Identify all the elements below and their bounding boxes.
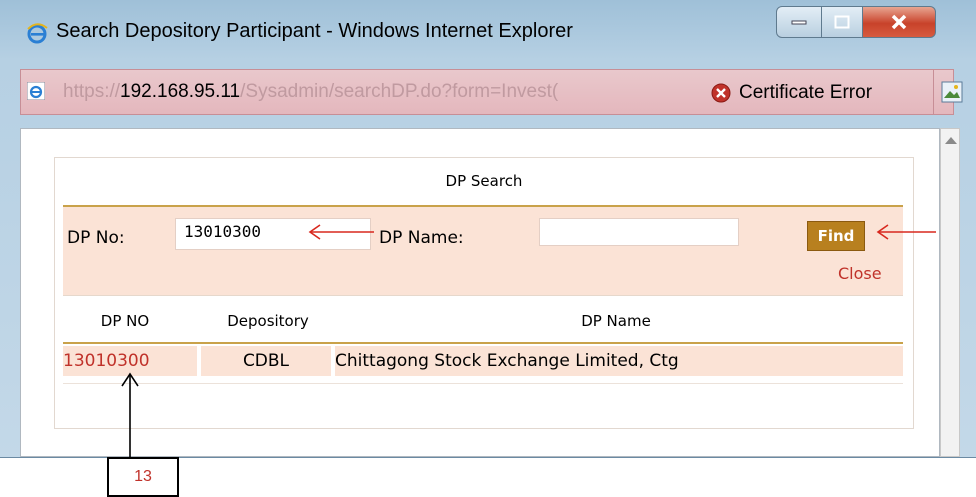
table-bottom-divider [63,383,903,384]
column-header-depository[interactable]: Depository [205,312,331,330]
certificate-error-label: Certificate Error [739,82,873,103]
address-bar[interactable]: https://192.168.95.11/Sysadmin/searchDP.… [20,69,963,115]
dp-name-input[interactable] [539,218,739,246]
window-controls [776,6,936,38]
cell-separator [331,346,333,376]
maximize-button[interactable] [822,6,863,38]
page-picture-icon[interactable] [941,81,963,103]
vertical-scrollbar[interactable] [940,128,960,457]
ie-page-icon [27,82,45,100]
address-divider [933,70,934,114]
result-dp-name: Chittagong Stock Exchange Limited, Ctg [335,346,903,376]
shield-error-icon [711,83,731,103]
title-bar: Search Depository Participant - Windows … [0,0,976,64]
window-title: Search Depository Participant - Windows … [56,20,573,42]
close-window-button[interactable] [863,6,936,38]
result-arrow-annotation [121,372,139,458]
url-host: 192.168.95.11 [120,81,241,102]
dp-no-label: DP No: [67,228,125,248]
maximize-icon [834,15,850,29]
panel-title: DP Search [445,172,523,190]
url-prefix: https:// [63,81,121,102]
scroll-up-arrow-icon[interactable] [945,137,957,144]
close-icon [891,14,907,30]
column-header-dp-name[interactable]: DP Name [331,312,901,330]
column-header-dp-no[interactable]: DP NO [55,312,195,330]
find-button[interactable]: Find [807,221,865,251]
certificate-error-indicator[interactable]: Certificate Error [711,78,872,108]
find-arrow-annotation [876,224,936,240]
cell-separator [197,346,199,376]
url-text[interactable]: https://192.168.95.11/Sysadmin/searchDP.… [63,81,703,103]
annotation-callout: 13 [107,457,179,497]
ie-logo-icon [27,23,48,44]
minimize-button[interactable] [776,6,822,38]
url-path: /Sysadmin/searchDP.do?form=Invest( [240,81,559,102]
minimize-icon [791,20,807,25]
result-depository: CDBL [201,346,331,376]
dp-no-arrow-annotation [308,224,374,240]
close-link[interactable]: Close [838,264,882,283]
annotation-number: 13 [134,468,152,485]
dp-name-label: DP Name: [379,228,464,248]
dp-search-panel: DP Search DP No: 13010300 DP Name: Find … [54,157,914,429]
result-dp-name-text: Chittagong Stock Exchange Limited, Ctg [335,351,679,371]
table-header-divider [63,342,903,344]
form-divider [63,295,903,296]
